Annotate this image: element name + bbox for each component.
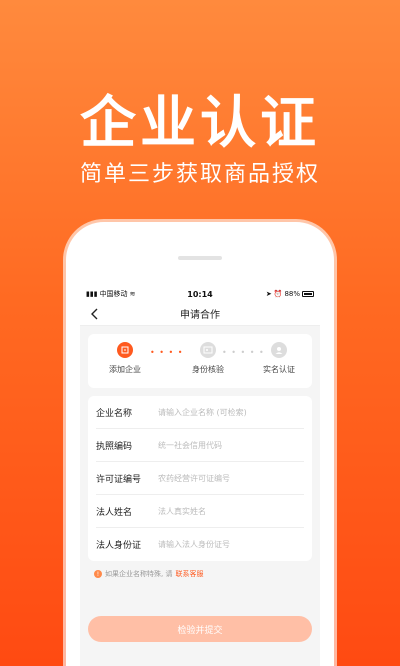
step-add-company: 添加企业 bbox=[100, 342, 150, 375]
field-label: 企业名称 bbox=[96, 408, 133, 419]
form-row-permit-number: 许可证编号 bbox=[96, 462, 304, 495]
carrier-label: 中国移动 bbox=[99, 290, 128, 298]
alarm-icon: ⏰ bbox=[273, 290, 283, 298]
step-real-name: 实名认证 bbox=[254, 342, 304, 375]
permit-number-input[interactable] bbox=[158, 473, 304, 483]
hero-subtitle: 简单三步获取商品授权 bbox=[79, 162, 320, 187]
step-label: 添加企业 bbox=[109, 365, 141, 374]
back-arrow-icon[interactable] bbox=[88, 306, 102, 322]
status-bar: ▮▮▮ 中国移动 ≋ 10:14 ➤ ⏰ 88% bbox=[80, 286, 320, 302]
wifi-icon: ≋ bbox=[129, 290, 136, 298]
field-label: 法人身份证 bbox=[96, 541, 142, 551]
legal-id-input[interactable] bbox=[158, 540, 304, 549]
form-row-legal-name: 法人姓名 bbox=[96, 495, 304, 528]
contact-support-link[interactable]: 联系客服 bbox=[175, 569, 203, 579]
step-identity-check: 身份核验 bbox=[183, 342, 233, 375]
person-icon bbox=[271, 342, 287, 358]
steps-indicator: 添加企业 • • • • 身份核验 • • • • • 实名认证 bbox=[88, 334, 312, 388]
phone-frame: ▮▮▮ 中国移动 ≋ 10:14 ➤ ⏰ 88% 申请合作 添加企业 • • •… bbox=[66, 222, 334, 666]
progress-dots-active: • • • • bbox=[150, 348, 184, 357]
field-label: 执照编码 bbox=[96, 441, 133, 452]
step-label: 实名认证 bbox=[263, 365, 295, 374]
status-time: 10:14 bbox=[187, 289, 213, 299]
form-row-legal-id: 法人身份证 bbox=[96, 528, 304, 561]
field-label: 法人姓名 bbox=[96, 507, 133, 518]
location-icon: ➤ bbox=[265, 290, 272, 298]
license-code-input[interactable] bbox=[158, 440, 304, 450]
signal-icon: ▮▮▮ bbox=[86, 290, 98, 298]
company-form: 企业名称 执照编码 许可证编号 法人姓名 法人身份证 bbox=[88, 396, 312, 561]
app-screen: ▮▮▮ 中国移动 ≋ 10:14 ➤ ⏰ 88% 申请合作 添加企业 • • •… bbox=[80, 286, 320, 666]
company-name-input[interactable] bbox=[158, 407, 304, 417]
battery-icon bbox=[302, 291, 314, 297]
hero-title: 企业认证 bbox=[80, 91, 320, 156]
step-label: 身份核验 bbox=[192, 365, 224, 374]
page-title: 申请合作 bbox=[180, 310, 220, 321]
nav-bar: 申请合作 bbox=[80, 302, 320, 326]
id-card-icon bbox=[200, 342, 216, 358]
help-tip: ! 如果企业名称特殊, 请 联系客服 bbox=[94, 569, 306, 579]
form-row-license-code: 执照编码 bbox=[96, 429, 304, 462]
phone-speaker bbox=[178, 256, 222, 260]
form-row-company-name: 企业名称 bbox=[96, 396, 304, 429]
tip-text: 如果企业名称特殊, 请 bbox=[105, 570, 173, 578]
warning-icon: ! bbox=[94, 570, 102, 578]
battery-label: 88% bbox=[284, 290, 300, 298]
submit-button[interactable]: 检验并提交 bbox=[88, 616, 312, 642]
company-icon bbox=[117, 342, 133, 358]
legal-name-input[interactable] bbox=[158, 506, 304, 516]
field-label: 许可证编号 bbox=[96, 474, 142, 485]
